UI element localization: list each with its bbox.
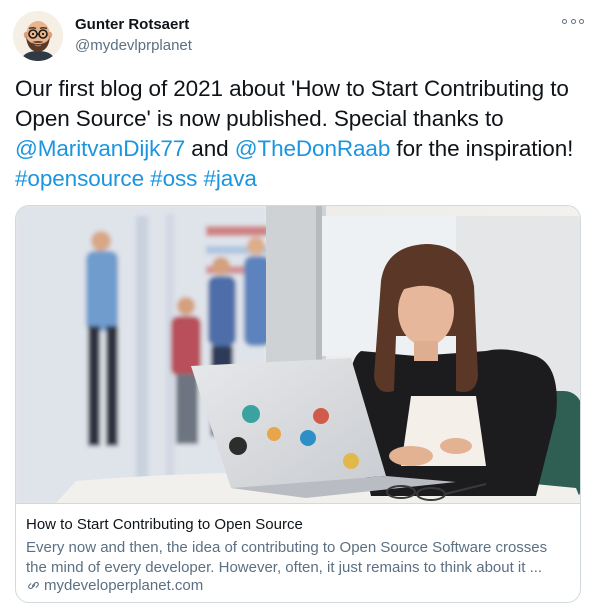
card-body: How to Start Contributing to Open Source… [16, 503, 580, 602]
author-handle[interactable]: @mydevlprplanet [75, 37, 192, 54]
hashtag-oss[interactable]: #oss [150, 166, 197, 191]
card-description: Every now and then, the idea of contribu… [26, 538, 571, 577]
card-domain[interactable]: mydeveloperplanet.com [26, 577, 203, 594]
avatar[interactable] [13, 11, 63, 61]
hashtag-java[interactable]: #java [203, 166, 256, 191]
card-domain-text: mydeveloperplanet.com [44, 577, 204, 594]
card-description-line-2: the mind of every developer. However, of… [26, 558, 543, 576]
card-image [16, 206, 580, 503]
link-preview-card[interactable]: How to Start Contributing to Open Source… [15, 205, 581, 603]
mention-thedonraab[interactable]: @TheDonRaab [235, 136, 391, 161]
author-name[interactable]: Gunter Rotsaert [75, 16, 189, 33]
tweet-text-and: and [185, 136, 235, 161]
tweet-text-line-2: Open Source' is now published. Special t… [15, 106, 504, 131]
card-title[interactable]: How to Start Contributing to Open Source [26, 516, 303, 533]
mention-maritvandijk77[interactable]: @MaritvanDijk77 [15, 136, 185, 161]
card-description-line-1: Every now and then, the idea of contribu… [26, 539, 548, 556]
avatar-illustration [13, 11, 63, 61]
hashtags-line: #opensource #oss #java [15, 164, 587, 194]
hashtag-opensource[interactable]: #opensource [15, 166, 144, 191]
tweet-text: Our first blog of 2021 about 'How to Sta… [15, 74, 587, 194]
tweet-text-line-1: Our first blog of 2021 about 'How to Sta… [15, 76, 569, 101]
tweet-text-line-3: @MaritvanDijk77 and @TheDonRaab for the … [15, 134, 587, 164]
tweet-text-inspiration: for the inspiration! [390, 136, 574, 161]
more-options-icon[interactable] [562, 14, 584, 28]
link-icon [28, 581, 39, 590]
tweet: Gunter Rotsaert @mydevlprplanet Our firs… [0, 0, 596, 612]
